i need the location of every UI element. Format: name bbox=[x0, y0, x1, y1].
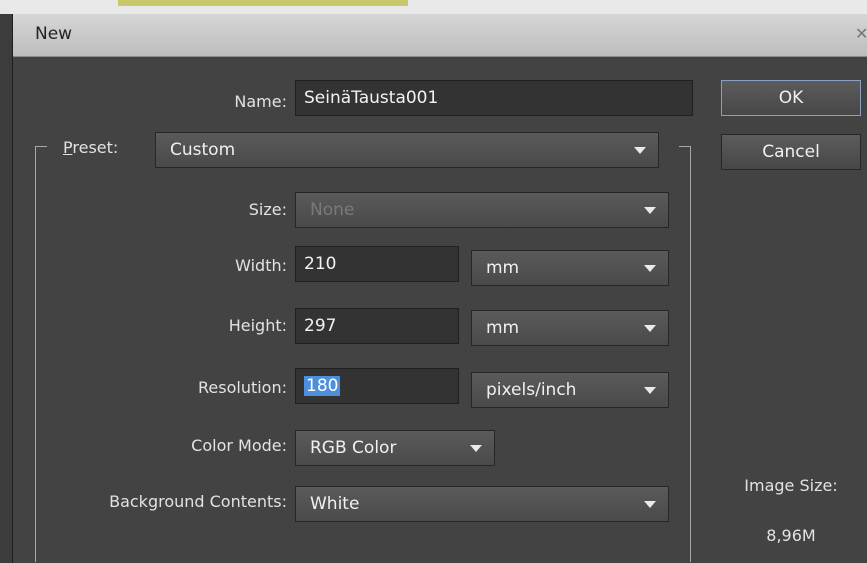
color-mode-label: Color Mode: bbox=[191, 436, 287, 455]
resolution-field-value: 180 bbox=[304, 376, 341, 396]
chevron-down-icon bbox=[470, 445, 482, 452]
preset-label-rest: reset: bbox=[72, 138, 119, 157]
chevron-down-icon bbox=[644, 265, 656, 272]
chevron-down-icon bbox=[644, 501, 656, 508]
size-label: Size: bbox=[248, 200, 287, 219]
new-document-dialog: New ✕ Name: SeinäTausta001 Preset: Custo… bbox=[12, 14, 867, 563]
width-field-value: 210 bbox=[304, 254, 337, 274]
height-label: Height: bbox=[228, 316, 287, 335]
size-dropdown: None bbox=[295, 192, 669, 228]
image-size-value: 8,96M bbox=[766, 526, 816, 545]
preset-dropdown[interactable]: Custom bbox=[155, 132, 659, 168]
preset-dropdown-value: Custom bbox=[170, 140, 236, 160]
resolution-unit-value: pixels/inch bbox=[486, 380, 577, 400]
background-window-strip bbox=[0, 0, 867, 14]
chevron-down-icon bbox=[634, 147, 646, 154]
chevron-down-icon bbox=[644, 387, 656, 394]
background-contents-value: White bbox=[310, 494, 360, 514]
background-contents-label: Background Contents: bbox=[109, 492, 287, 511]
color-mode-value: RGB Color bbox=[310, 438, 397, 458]
preset-label: Preset: bbox=[63, 138, 139, 157]
width-unit-value: mm bbox=[486, 258, 520, 278]
resolution-field[interactable]: 180 bbox=[295, 368, 459, 404]
name-field-value: SeinäTausta001 bbox=[304, 88, 439, 108]
resolution-label: Resolution: bbox=[198, 378, 287, 397]
height-field[interactable]: 297 bbox=[295, 308, 459, 344]
image-size-label: Image Size: bbox=[744, 476, 838, 495]
chevron-down-icon bbox=[644, 207, 656, 214]
cancel-button[interactable]: Cancel bbox=[721, 134, 861, 170]
height-field-value: 297 bbox=[304, 316, 337, 336]
dialog-title: New bbox=[35, 24, 73, 44]
background-contents-dropdown[interactable]: White bbox=[295, 486, 669, 522]
name-field[interactable]: SeinäTausta001 bbox=[295, 80, 693, 116]
size-dropdown-value: None bbox=[310, 200, 355, 220]
width-field[interactable]: 210 bbox=[295, 246, 459, 282]
close-icon[interactable]: ✕ bbox=[855, 24, 867, 43]
name-label: Name: bbox=[234, 92, 287, 111]
background-window-accent bbox=[118, 0, 408, 6]
height-unit-value: mm bbox=[486, 318, 520, 338]
ok-button[interactable]: OK bbox=[721, 80, 861, 116]
width-unit-dropdown[interactable]: mm bbox=[471, 250, 669, 286]
resolution-unit-dropdown[interactable]: pixels/inch bbox=[471, 372, 669, 408]
height-unit-dropdown[interactable]: mm bbox=[471, 310, 669, 346]
color-mode-dropdown[interactable]: RGB Color bbox=[295, 430, 495, 466]
chevron-down-icon bbox=[644, 325, 656, 332]
preset-label-mnemonic: P bbox=[63, 138, 73, 157]
dialog-titlebar[interactable]: New ✕ bbox=[13, 14, 867, 57]
width-label: Width: bbox=[235, 256, 287, 275]
